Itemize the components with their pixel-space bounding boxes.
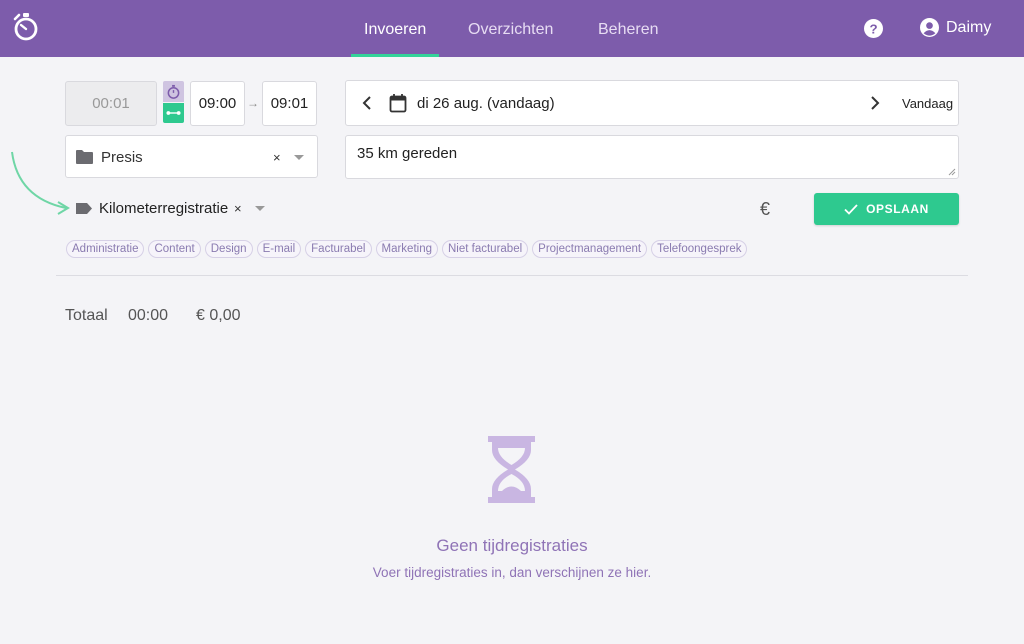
divider <box>56 275 968 276</box>
top-navigation-bar: Invoeren Overzichten Beheren ? Daimy <box>0 0 1024 57</box>
description-text: 35 km gereden <box>357 145 458 162</box>
range-icon <box>166 111 181 115</box>
timer-mode-button[interactable] <box>163 81 184 102</box>
euro-icon[interactable]: € <box>760 199 770 220</box>
tag-chip[interactable]: Facturabel <box>305 240 372 258</box>
clear-project-icon[interactable]: × <box>273 150 281 165</box>
folder-icon <box>76 150 93 164</box>
total-time: 00:00 <box>128 307 169 324</box>
help-icon[interactable]: ? <box>864 19 883 38</box>
nav-tab-invoeren[interactable]: Invoeren <box>364 0 426 57</box>
end-time-input[interactable]: 09:01 <box>262 81 317 126</box>
start-time-input[interactable]: 09:00 <box>190 81 245 126</box>
hourglass-icon <box>488 436 535 503</box>
save-label: OPSLAAN <box>866 202 929 216</box>
calendar-icon[interactable] <box>389 93 407 113</box>
tag-chip[interactable]: Content <box>148 240 201 258</box>
active-tab-indicator <box>351 54 439 57</box>
tag-chip[interactable]: Telefoongesprek <box>651 240 748 258</box>
project-select[interactable]: Presis × <box>65 135 318 178</box>
nav-tab-beheren[interactable]: Beheren <box>598 0 659 57</box>
tag-chip[interactable]: Marketing <box>375 240 438 258</box>
chevron-left-icon[interactable] <box>360 94 374 112</box>
selected-tag[interactable]: Kilometerregistratie <box>99 200 228 217</box>
tag-chip[interactable]: Niet facturabel <box>442 240 529 258</box>
timer-icon <box>167 84 180 99</box>
tag-suggestions: Administratie Content Design E-mail Fact… <box>66 240 748 258</box>
stopwatch-logo-icon[interactable] <box>12 12 40 42</box>
total-label: Totaal <box>65 307 108 324</box>
clear-tag-icon[interactable]: × <box>234 201 242 216</box>
date-selector: di 26 aug. (vandaag) Vandaag <box>345 80 959 126</box>
total-money: € 0,00 <box>196 307 241 324</box>
description-textarea[interactable]: 35 km gereden <box>345 135 959 179</box>
tag-chip[interactable]: Design <box>204 240 253 258</box>
date-label[interactable]: di 26 aug. (vandaag) <box>417 95 555 112</box>
user-icon[interactable] <box>920 18 939 37</box>
project-name: Presis <box>101 149 143 166</box>
tag-dropdown-icon[interactable] <box>255 206 265 211</box>
chevron-down-icon[interactable] <box>294 155 304 160</box>
tag-icon <box>76 203 92 214</box>
tag-chip[interactable]: Administratie <box>66 240 145 258</box>
empty-state-subtitle: Voer tijdregistraties in, dan verschijne… <box>372 565 652 580</box>
empty-state-title: Geen tijdregistraties <box>436 536 588 555</box>
nav-tab-overzichten[interactable]: Overzichten <box>468 0 553 57</box>
chevron-right-icon[interactable] <box>868 94 882 112</box>
tag-chip[interactable]: E-mail <box>256 240 302 258</box>
resize-handle-icon[interactable] <box>948 168 956 176</box>
duration-input[interactable]: 00:01 <box>65 81 157 126</box>
arrow-right-icon: → <box>247 96 259 110</box>
tag-chip[interactable]: Projectmanagement <box>532 240 648 258</box>
svg-text:?: ? <box>869 21 877 36</box>
check-icon <box>844 203 858 215</box>
user-name[interactable]: Daimy <box>946 19 991 37</box>
annotation-arrow-icon <box>11 151 70 215</box>
save-button[interactable]: OPSLAAN <box>814 193 959 225</box>
range-mode-button[interactable] <box>163 103 184 123</box>
today-button[interactable]: Vandaag <box>902 96 953 111</box>
